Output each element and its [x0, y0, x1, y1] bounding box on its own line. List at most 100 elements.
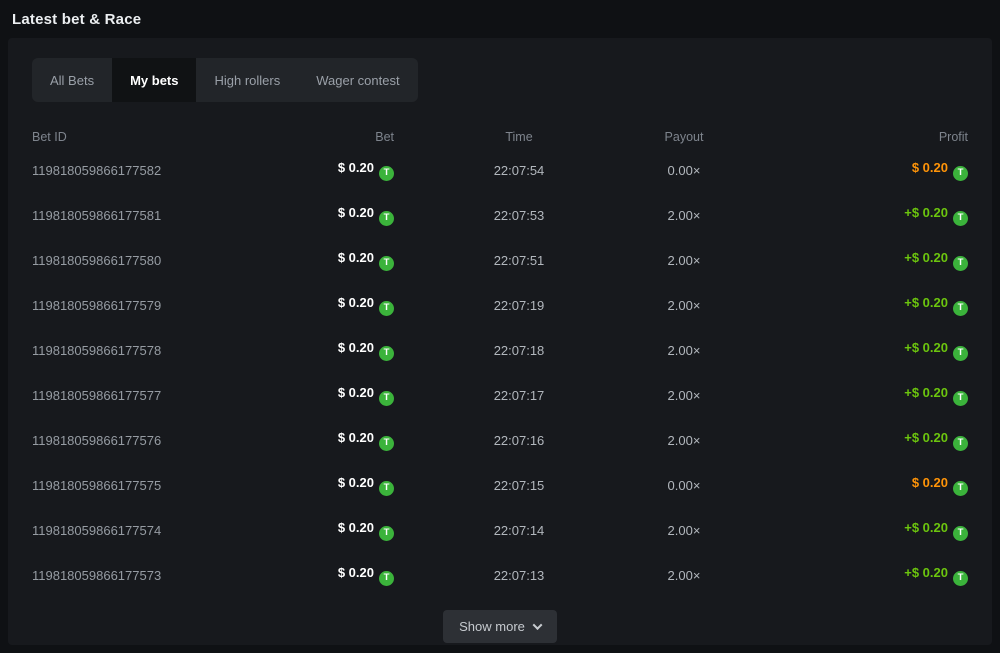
tab-high-rollers[interactable]: High rollers	[196, 58, 298, 102]
chevron-down-icon	[532, 620, 542, 630]
bet-time: 22:07:14	[394, 523, 614, 538]
table-row[interactable]: 119818059866177573 $ 0.20 T 22:07:13 2.00…	[32, 553, 968, 598]
bet-payout: 2.00×	[614, 568, 754, 583]
usdt-coin-icon: T	[953, 301, 968, 316]
bet-amount-cell: $ 0.20 T	[282, 475, 394, 495]
profit-amount: +$ 0.20	[904, 430, 948, 445]
bet-amount-cell: $ 0.20T	[282, 520, 394, 540]
usdt-coin-icon: T	[953, 481, 968, 496]
table-row[interactable]: 119818059866177579 $ 0.20T 22:07:19 2.00…	[32, 283, 968, 328]
bet-profit-cell: +$ 0.20 T	[754, 520, 968, 540]
bet-id: 119818059866177580	[32, 253, 282, 268]
usdt-coin-icon: T	[953, 256, 968, 271]
bet-id: 119818059866177575	[32, 478, 282, 493]
bet-payout: 0.00×	[614, 478, 754, 493]
usdt-coin-icon: T	[953, 346, 968, 361]
bet-profit-cell: $ 0.20 T	[754, 475, 968, 495]
usdt-coin-icon: T	[379, 481, 394, 496]
tab-my-bets[interactable]: My bets	[112, 58, 196, 102]
show-more-container: Show more	[32, 610, 968, 643]
usdt-coin-icon: T	[953, 211, 968, 226]
bet-amount-cell: $ 0.20 T	[282, 565, 394, 585]
bet-amount: $ 0.20	[338, 295, 374, 310]
bet-amount: $ 0.20	[338, 565, 374, 580]
profit-amount: +$ 0.20	[904, 520, 948, 535]
bet-profit-cell: +$ 0.20T	[754, 385, 968, 405]
bets-table: Bet ID Bet Time Payout Profit 1198180598…	[32, 126, 968, 598]
bet-time: 22:07:15	[394, 478, 614, 493]
tab-wager-contest[interactable]: Wager contest	[298, 58, 417, 102]
show-more-label: Show more	[459, 619, 525, 634]
bet-time: 22:07:53	[394, 208, 614, 223]
table-row[interactable]: 119818059866177577 $ 0.20T 22:07:17 2.00…	[32, 373, 968, 418]
bet-amount-cell: $ 0.20T	[282, 430, 394, 450]
bet-time: 22:07:18	[394, 343, 614, 358]
table-row[interactable]: 119818059866177581 $ 0.20T 22:07:53 2.00…	[32, 193, 968, 238]
profit-amount: $ 0.20	[912, 160, 948, 175]
bet-profit-cell: +$ 0.20T	[754, 565, 968, 585]
usdt-coin-icon: T	[379, 526, 394, 541]
bet-profit-cell: +$ 0.20 T	[754, 205, 968, 225]
bet-profit-cell: $ 0.20T	[754, 160, 968, 180]
bet-amount-cell: $ 0.20 T	[282, 385, 394, 405]
col-header-time: Time	[394, 130, 614, 144]
bet-amount: $ 0.20	[338, 340, 374, 355]
profit-amount: +$ 0.20	[904, 565, 948, 580]
table-row[interactable]: 119818059866177576 $ 0.20T 22:07:16 2.00…	[32, 418, 968, 463]
section-titlebar: Latest bet & Race	[0, 0, 1000, 38]
bet-payout: 2.00×	[614, 343, 754, 358]
bet-amount-cell: $ 0.20T	[282, 205, 394, 225]
table-row[interactable]: 119818059866177575 $ 0.20 T 22:07:15 0.00…	[32, 463, 968, 508]
bet-payout: 2.00×	[614, 298, 754, 313]
bet-amount-cell: $ 0.20T	[282, 160, 394, 180]
usdt-coin-icon: T	[379, 301, 394, 316]
table-row[interactable]: 119818059866177574 $ 0.20T 22:07:14 2.00…	[32, 508, 968, 553]
bet-payout: 2.00×	[614, 208, 754, 223]
usdt-coin-icon: T	[953, 436, 968, 451]
show-more-button[interactable]: Show more	[443, 610, 557, 643]
profit-amount: $ 0.20	[912, 475, 948, 490]
bet-id: 119818059866177581	[32, 208, 282, 223]
bet-amount: $ 0.20	[338, 205, 374, 220]
table-header-row: Bet ID Bet Time Payout Profit	[32, 126, 968, 148]
bet-amount: $ 0.20	[338, 250, 374, 265]
usdt-coin-icon: T	[379, 166, 394, 181]
bet-profit-cell: +$ 0.20 T	[754, 250, 968, 270]
bet-amount: $ 0.20	[338, 475, 374, 490]
profit-amount: +$ 0.20	[904, 295, 948, 310]
usdt-coin-icon: T	[379, 256, 394, 271]
bet-amount-cell: $ 0.20 T	[282, 340, 394, 360]
bet-profit-cell: +$ 0.20 T	[754, 340, 968, 360]
bet-id: 119818059866177574	[32, 523, 282, 538]
bet-time: 22:07:54	[394, 163, 614, 178]
latest-bets-panel: All Bets My bets High rollers Wager cont…	[8, 38, 992, 645]
bet-time: 22:07:17	[394, 388, 614, 403]
bet-payout: 2.00×	[614, 433, 754, 448]
col-header-payout: Payout	[614, 130, 754, 144]
usdt-coin-icon: T	[379, 391, 394, 406]
bet-amount-cell: $ 0.20 T	[282, 295, 394, 315]
usdt-coin-icon: T	[953, 391, 968, 406]
bet-time: 22:07:13	[394, 568, 614, 583]
table-row[interactable]: 119818059866177578 $ 0.20T 22:07:18 2.00…	[32, 328, 968, 373]
usdt-coin-icon: T	[379, 436, 394, 451]
bets-tabs: All Bets My bets High rollers Wager cont…	[32, 58, 418, 102]
col-header-bet: Bet	[282, 130, 394, 144]
bet-time: 22:07:16	[394, 433, 614, 448]
bet-time: 22:07:51	[394, 253, 614, 268]
bet-id: 119818059866177573	[32, 568, 282, 583]
profit-amount: +$ 0.20	[904, 250, 948, 265]
col-header-bet-id: Bet ID	[32, 130, 282, 144]
col-header-profit: Profit	[754, 130, 968, 144]
bet-time: 22:07:19	[394, 298, 614, 313]
profit-amount: +$ 0.20	[904, 205, 948, 220]
usdt-coin-icon: T	[379, 346, 394, 361]
tab-all-bets[interactable]: All Bets	[32, 58, 112, 102]
usdt-coin-icon: T	[379, 571, 394, 586]
table-row[interactable]: 119818059866177580 $ 0.20 T 22:07:51 2.00…	[32, 238, 968, 283]
usdt-coin-icon: T	[953, 526, 968, 541]
profit-amount: +$ 0.20	[904, 340, 948, 355]
table-row[interactable]: 119818059866177582 $ 0.20T 22:07:54 0.00…	[32, 148, 968, 193]
bet-payout: 2.00×	[614, 253, 754, 268]
bet-amount: $ 0.20	[338, 385, 374, 400]
